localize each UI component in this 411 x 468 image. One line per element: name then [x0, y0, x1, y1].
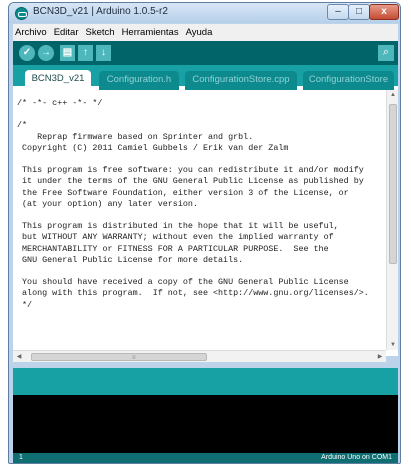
- verify-icon[interactable]: ✓: [19, 45, 35, 61]
- tab-configuration-h[interactable]: Configuration.h: [99, 71, 179, 90]
- menu-editar[interactable]: Editar: [54, 27, 79, 38]
- close-button[interactable]: x: [369, 4, 399, 20]
- scroll-grip-icon: ≡: [132, 355, 136, 361]
- serial-monitor-icon[interactable]: ⌕: [378, 45, 394, 61]
- menu-ayuda[interactable]: Ayuda: [186, 27, 213, 38]
- horizontal-scrollbar[interactable]: ◀ ≡ ▶: [13, 350, 386, 362]
- scroll-up-icon[interactable]: ▲: [387, 92, 399, 98]
- arduino-window: BCN3D_v21 | Arduino 1.0.5-r2 – □ x Archi…: [8, 2, 401, 464]
- scroll-left-icon[interactable]: ◀: [15, 353, 23, 360]
- vertical-scroll-thumb[interactable]: [389, 104, 397, 264]
- title-bar[interactable]: BCN3D_v21 | Arduino 1.0.5-r2 – □ x: [9, 3, 400, 23]
- open-sketch-icon[interactable]: ↑: [78, 45, 93, 61]
- vertical-scrollbar[interactable]: ▲ ▼: [386, 90, 398, 350]
- save-sketch-icon[interactable]: ↓: [96, 45, 111, 61]
- menu-bar: Archivo Editar Sketch Herramientas Ayuda: [13, 24, 398, 41]
- footer-bar: 1 Arduino Uno on COM1: [13, 453, 398, 463]
- toolbar: ✓ → ▤ ↑ ↓ ⌕: [13, 41, 398, 65]
- tab-bcn3d-v21[interactable]: BCN3D_v21: [25, 70, 91, 91]
- scroll-down-icon[interactable]: ▼: [387, 342, 399, 348]
- upload-icon[interactable]: →: [38, 45, 54, 61]
- console-output[interactable]: [13, 395, 398, 453]
- menu-herramientas[interactable]: Herramientas: [122, 27, 179, 38]
- scroll-right-icon[interactable]: ▶: [376, 353, 384, 360]
- window-title: BCN3D_v21 | Arduino 1.0.5-r2: [33, 6, 168, 17]
- code-editor[interactable]: /* -*- c++ -*- */ /* Reprap firmware bas…: [13, 90, 398, 362]
- tab-configurationstore[interactable]: ConfigurationStore: [303, 71, 394, 90]
- menu-sketch[interactable]: Sketch: [86, 27, 115, 38]
- horizontal-scroll-thumb[interactable]: ≡: [31, 353, 207, 361]
- maximize-button[interactable]: □: [348, 4, 370, 20]
- code-text[interactable]: /* -*- c++ -*- */ /* Reprap firmware bas…: [17, 98, 385, 311]
- minimize-button[interactable]: –: [327, 4, 349, 20]
- new-sketch-icon[interactable]: ▤: [60, 45, 75, 61]
- line-number: 1: [19, 454, 23, 461]
- arduino-app-icon: [15, 7, 28, 20]
- tab-bar: BCN3D_v21 Configuration.h ConfigurationS…: [13, 65, 398, 91]
- board-port-label: Arduino Uno on COM1: [321, 454, 392, 461]
- status-bar: [13, 368, 398, 395]
- tab-configurationstore-cpp[interactable]: ConfigurationStore.cpp: [185, 71, 297, 90]
- menu-archivo[interactable]: Archivo: [15, 27, 47, 38]
